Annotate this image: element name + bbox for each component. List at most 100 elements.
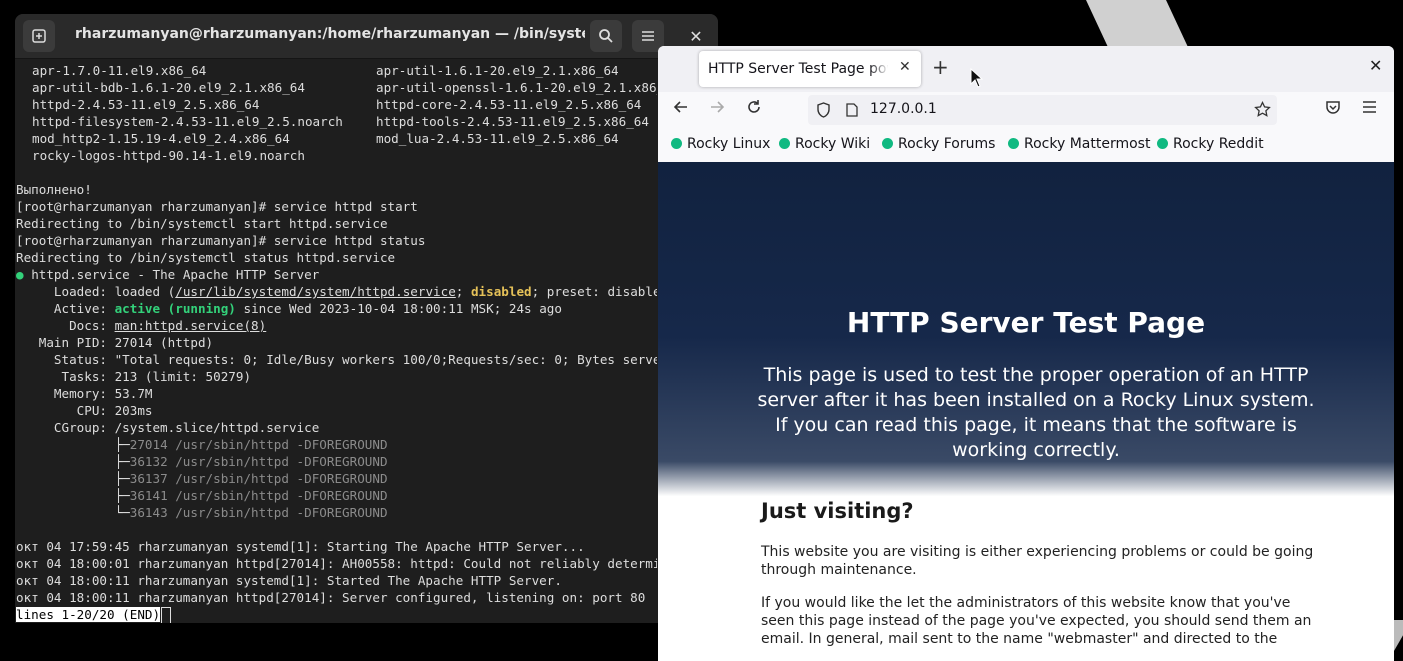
log-line: окт 04 18:00:01 rharzumanyan httpd[27014… <box>16 556 657 571</box>
browser-window: HTTP Server Test Page powered by Rocky L… <box>658 46 1394 661</box>
unit-file-link[interactable]: /usr/lib/systemd/system/httpd.service <box>175 284 456 299</box>
tree-glyph: ├─ <box>16 454 130 469</box>
tree-glyph: ├─ <box>16 437 130 452</box>
back-button[interactable] <box>673 99 689 120</box>
bookmark-label: Rocky Mattermost <box>1024 136 1151 152</box>
bookmark-item[interactable]: Rocky Reddit <box>1157 136 1264 152</box>
text-cursor <box>161 607 172 623</box>
status-line: Status: "Total requests: 0; Idle/Busy wo… <box>53 352 657 367</box>
tab-fade <box>869 55 889 83</box>
page-content: HTTP Server Test Page This page is used … <box>658 162 1394 661</box>
process-line: ├─36132 /usr/sbin/httpd -DFOREGROUND <box>16 453 388 470</box>
docs-prefix: Docs: <box>16 318 115 333</box>
bookmark-item[interactable]: Rocky Linux <box>671 136 770 152</box>
prompt-line: [root@rharzumanyan rharzumanyan]# servic… <box>16 199 418 214</box>
tab-bar: HTTP Server Test Page powered by Rocky L… <box>658 46 1394 92</box>
tree-glyph: ├─ <box>16 471 130 486</box>
output-line: Redirecting to /bin/systemctl status htt… <box>16 250 396 265</box>
tab-title: HTTP Server Test Page powered by Rocky L… <box>708 61 888 77</box>
bookmark-item[interactable]: Rocky Wiki <box>779 136 870 152</box>
active-suffix: since Wed 2023-10-04 18:00:11 MSK; 24s a… <box>235 301 562 316</box>
terminal-header: rharzumanyan@rharzumanyan:/home/rharzuma… <box>15 14 718 59</box>
bookmarks-toolbar: Rocky Linux Rocky Wiki Rocky Forums Rock… <box>658 128 1394 163</box>
status-dot-icon: ● <box>16 267 24 282</box>
terminal-window: rharzumanyan@rharzumanyan:/home/rharzuma… <box>15 14 718 623</box>
pkg-col2: apr-util-1.6.1-20.el9_2.1.x86_64 <box>376 63 619 78</box>
active-state: active (running) <box>114 301 236 316</box>
tab-close-icon[interactable]: ✕ <box>899 59 911 75</box>
process-text: 36132 /usr/sbin/httpd -DFOREGROUND <box>129 454 388 469</box>
docs-link[interactable]: man:httpd.service(8) <box>115 318 267 333</box>
process-line: ├─27014 /usr/sbin/httpd -DFOREGROUND <box>16 436 388 453</box>
reload-icon <box>748 100 760 113</box>
process-line: ├─36137 /usr/sbin/httpd -DFOREGROUND <box>16 470 388 487</box>
done-message: Выполнено! <box>16 182 92 197</box>
tree-glyph: ├─ <box>16 488 130 503</box>
url-bar[interactable]: 127.0.0.1 <box>808 95 1277 125</box>
pocket-icon <box>1326 101 1340 114</box>
hamburger-icon <box>642 31 654 41</box>
process-line: ├─36141 /usr/sbin/httpd -DFOREGROUND <box>16 487 388 504</box>
unit-line: ● httpd.service - The Apache HTTP Server <box>16 266 319 283</box>
page-icon <box>846 103 858 117</box>
pkg-col1: httpd-2.4.53-11.el9_2.5.x86_64 <box>32 97 260 112</box>
app-menu-button[interactable] <box>1362 99 1377 119</box>
close-icon: ✕ <box>689 26 703 46</box>
forward-button[interactable] <box>709 99 725 120</box>
search-button[interactable] <box>590 20 622 52</box>
active-line: Active: active (running) since Wed 2023-… <box>16 300 562 317</box>
active-prefix: Active: <box>16 301 115 316</box>
pager-line: lines 1-20/20 (END) <box>16 606 172 623</box>
close-icon: ✕ <box>1369 56 1383 75</box>
pkg-col2: httpd-core-2.4.53-11.el9_2.5.x86_64 <box>376 97 642 112</box>
tree-glyph: └─ <box>16 505 130 520</box>
hamburger-icon <box>1363 101 1376 113</box>
star-icon[interactable] <box>1254 101 1271 118</box>
bookmark-label: Rocky Reddit <box>1173 136 1264 152</box>
process-line: └─36143 /usr/sbin/httpd -DFOREGROUND <box>16 504 388 521</box>
pkg-col2: httpd-tools-2.4.53-11.el9_2.5.x86_64 <box>376 114 649 129</box>
plus-icon: + <box>932 55 949 79</box>
output-line: Redirecting to /bin/systemctl start http… <box>16 216 388 231</box>
docs-line: Docs: man:httpd.service(8) <box>16 317 266 334</box>
new-tab-button[interactable]: + <box>932 56 949 78</box>
page-lead: This page is used to test the proper ope… <box>757 364 1315 461</box>
reload-button[interactable] <box>746 99 762 120</box>
bookmark-item[interactable]: Rocky Forums <box>882 136 995 152</box>
mouse-cursor-icon <box>970 68 983 88</box>
log-line: окт 04 18:00:11 rharzumanyan systemd[1]:… <box>16 573 562 588</box>
window-close-button[interactable]: ✕ <box>1369 56 1382 75</box>
pkg-col2: apr-util-openssl-1.6.1-20.el9_2.1.x86_64 <box>376 80 657 95</box>
rocky-logo-icon <box>779 138 790 149</box>
search-icon <box>599 29 613 43</box>
nav-bar: 127.0.0.1 <box>658 92 1394 128</box>
page-title: HTTP Server Test Page <box>846 306 1206 339</box>
url-text[interactable]: 127.0.0.1 <box>870 101 937 117</box>
process-text: 36141 /usr/sbin/httpd -DFOREGROUND <box>129 488 388 503</box>
paragraph: This website you are visiting is either … <box>761 544 1314 578</box>
log-line: окт 04 18:00:11 rharzumanyan httpd[27014… <box>16 590 646 605</box>
bookmark-item[interactable]: Rocky Mattermost <box>1008 136 1150 152</box>
loaded-line: Loaded: loaded (/usr/lib/systemd/system/… <box>16 283 657 300</box>
rocky-logo-icon <box>882 138 893 149</box>
terminal-output: apr-1.7.0-11.el9.x86_64 apr-util-1.6.1-2… <box>15 62 657 623</box>
new-tab-icon <box>32 29 46 43</box>
process-text: 36137 /usr/sbin/httpd -DFOREGROUND <box>129 471 388 486</box>
shield-icon[interactable] <box>816 102 831 118</box>
process-text: 36143 /usr/sbin/httpd -DFOREGROUND <box>129 505 388 520</box>
bookmark-label: Rocky Linux <box>687 136 771 152</box>
new-tab-button[interactable] <box>23 20 55 52</box>
pager-status: lines 1-20/20 (END) <box>16 607 161 622</box>
terminal-title: rharzumanyan@rharzumanyan:/home/rharzuma… <box>75 26 585 42</box>
pkg-col1: apr-util-bdb-1.6.1-20.el9_2.1.x86_64 <box>32 80 305 95</box>
bookmark-label: Rocky Forums <box>898 136 996 152</box>
process-text: 27014 /usr/sbin/httpd -DFOREGROUND <box>129 437 388 452</box>
pocket-button[interactable] <box>1325 99 1341 120</box>
cgroup-line: CGroup: /system.slice/httpd.service <box>16 420 320 435</box>
tasks-line: Tasks: 213 (limit: 50279) <box>16 369 252 384</box>
main-pid-line: Main PID: 27014 (httpd) <box>16 335 214 350</box>
rocky-logo-icon <box>671 138 682 149</box>
memory-line: Memory: 53.7M <box>16 386 153 401</box>
bookmark-label: Rocky Wiki <box>795 136 871 152</box>
tab-active[interactable]: HTTP Server Test Page powered by Rocky L… <box>699 51 921 87</box>
